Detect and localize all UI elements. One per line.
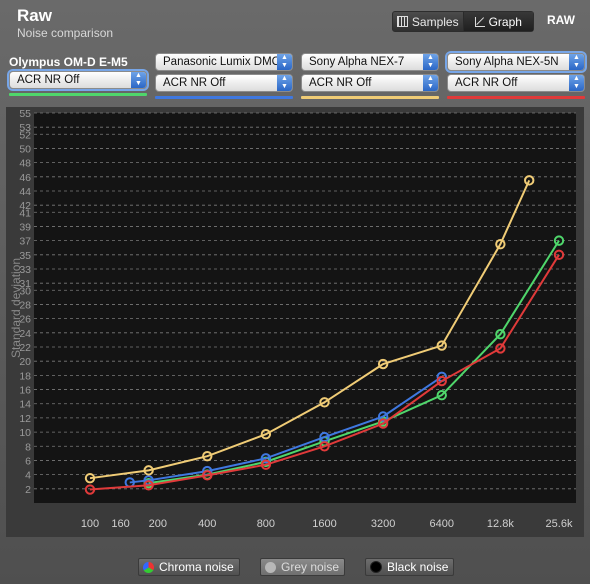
camera-color-line-yellow bbox=[301, 96, 439, 99]
select-arrows-icon: ▲ ▼ bbox=[423, 54, 438, 70]
select-arrows-icon: ▲ ▼ bbox=[569, 54, 584, 70]
chroma-noise-icon bbox=[143, 561, 154, 573]
samples-view-button[interactable]: Samples bbox=[393, 12, 463, 31]
view-toggle: Samples Graph bbox=[392, 11, 534, 32]
select-arrows-icon: ▲ ▼ bbox=[423, 75, 438, 91]
y-tick-label: 6 bbox=[25, 455, 31, 467]
nr-select-3[interactable]: ACR NR Off ▲ ▼ bbox=[301, 74, 439, 92]
select-arrows-icon: ▲ ▼ bbox=[131, 72, 146, 88]
x-tick-label: 6400 bbox=[430, 518, 454, 530]
camera-color-line-red bbox=[447, 96, 585, 99]
graph-label: Graph bbox=[488, 14, 522, 29]
x-tick-label: 1600 bbox=[312, 518, 336, 530]
camera-select-4[interactable]: Sony Alpha NEX-5N ▲ ▼ bbox=[447, 53, 585, 71]
camera-select-3[interactable]: Sony Alpha NEX-7 ▲ ▼ bbox=[301, 53, 439, 71]
grey-noise-toggle[interactable]: Grey noise bbox=[260, 558, 346, 576]
y-tick-label: 53 bbox=[19, 122, 31, 134]
x-tick-label: 25.6k bbox=[546, 518, 573, 530]
y-tick-label: 8 bbox=[25, 441, 31, 453]
y-tick-label: 2 bbox=[25, 484, 31, 496]
grey-noise-icon bbox=[265, 561, 276, 573]
x-tick-label: 12.8k bbox=[487, 518, 514, 530]
chroma-noise-label: Chroma noise bbox=[159, 560, 234, 574]
nr-select-1[interactable]: ACR NR Off ▲ ▼ bbox=[9, 71, 147, 89]
graph-icon bbox=[474, 16, 485, 27]
x-tick-label: 400 bbox=[198, 518, 216, 530]
grey-noise-label: Grey noise bbox=[281, 560, 340, 574]
y-tick-label: 39 bbox=[19, 221, 31, 233]
nr-select-4[interactable]: ACR NR Off ▲ ▼ bbox=[447, 74, 585, 92]
y-tick-label: 12 bbox=[19, 413, 31, 425]
y-tick-label: 37 bbox=[19, 236, 31, 248]
camera-column-4: Sony Alpha NEX-5N ▲ ▼ ACR NR Off ▲ ▼ bbox=[447, 53, 585, 99]
chroma-noise-toggle[interactable]: Chroma noise bbox=[138, 558, 240, 576]
y-tick-label: 18 bbox=[19, 370, 31, 382]
camera-color-line-green bbox=[9, 93, 147, 96]
y-tick-label: 42 bbox=[19, 200, 31, 212]
x-tick-label: 800 bbox=[257, 518, 275, 530]
camera-select-2[interactable]: Panasonic Lumix DMC-GX1 ▲ ▼ bbox=[155, 53, 293, 71]
samples-icon bbox=[396, 16, 408, 27]
camera-color-line-blue bbox=[155, 96, 293, 99]
select-arrows-icon: ▲ ▼ bbox=[569, 75, 584, 91]
y-tick-label: 46 bbox=[19, 172, 31, 184]
x-tick-label: 200 bbox=[149, 518, 167, 530]
samples-label: Samples bbox=[411, 14, 459, 29]
y-tick-label: 10 bbox=[19, 427, 31, 439]
select-arrows-icon: ▲ ▼ bbox=[277, 75, 292, 91]
camera-column-1: Olympus OM-D E-M5 ACR NR Off ▲ ▼ bbox=[9, 53, 147, 96]
camera-name-label: Olympus OM-D E-M5 bbox=[9, 55, 128, 69]
y-tick-label: 44 bbox=[19, 186, 31, 198]
page-subtitle: Noise comparison bbox=[17, 26, 114, 40]
camera-column-2: Panasonic Lumix DMC-GX1 ▲ ▼ ACR NR Off ▲ ▼ bbox=[155, 53, 293, 99]
y-tick-label: 4 bbox=[25, 470, 31, 482]
select-arrows-icon: ▲ ▼ bbox=[277, 54, 292, 70]
y-tick-label: 16 bbox=[19, 385, 31, 397]
black-noise-icon bbox=[370, 561, 382, 573]
y-tick-label: 14 bbox=[19, 399, 31, 411]
x-tick-label: 160 bbox=[111, 518, 129, 530]
page-title: Raw bbox=[17, 6, 52, 25]
x-tick-label: 100 bbox=[81, 518, 99, 530]
y-axis-label: Standard deviation bbox=[9, 258, 23, 358]
x-tick-label: 3200 bbox=[371, 518, 395, 530]
black-noise-toggle[interactable]: Black noise bbox=[365, 558, 455, 576]
y-tick-label: 50 bbox=[19, 143, 31, 155]
noise-chart-svg: 2468101214161820222426283031333537394142… bbox=[6, 108, 584, 537]
camera-column-3: Sony Alpha NEX-7 ▲ ▼ ACR NR Off ▲ ▼ bbox=[301, 53, 439, 99]
y-tick-label: 55 bbox=[19, 108, 31, 120]
nr-select-2[interactable]: ACR NR Off ▲ ▼ bbox=[155, 74, 293, 92]
black-noise-label: Black noise bbox=[387, 560, 449, 574]
noise-chart: 2 4 6 8 10 12 14 16 18 20 22 24 26 28 30 31 33 35 37 39 41 42… bbox=[6, 107, 584, 537]
y-tick-label: 48 bbox=[19, 158, 31, 170]
raw-mode-label: RAW bbox=[547, 13, 575, 27]
graph-view-button[interactable]: Graph bbox=[462, 12, 533, 31]
app-window: Raw Noise comparison Samples Graph RAW O… bbox=[0, 0, 590, 584]
